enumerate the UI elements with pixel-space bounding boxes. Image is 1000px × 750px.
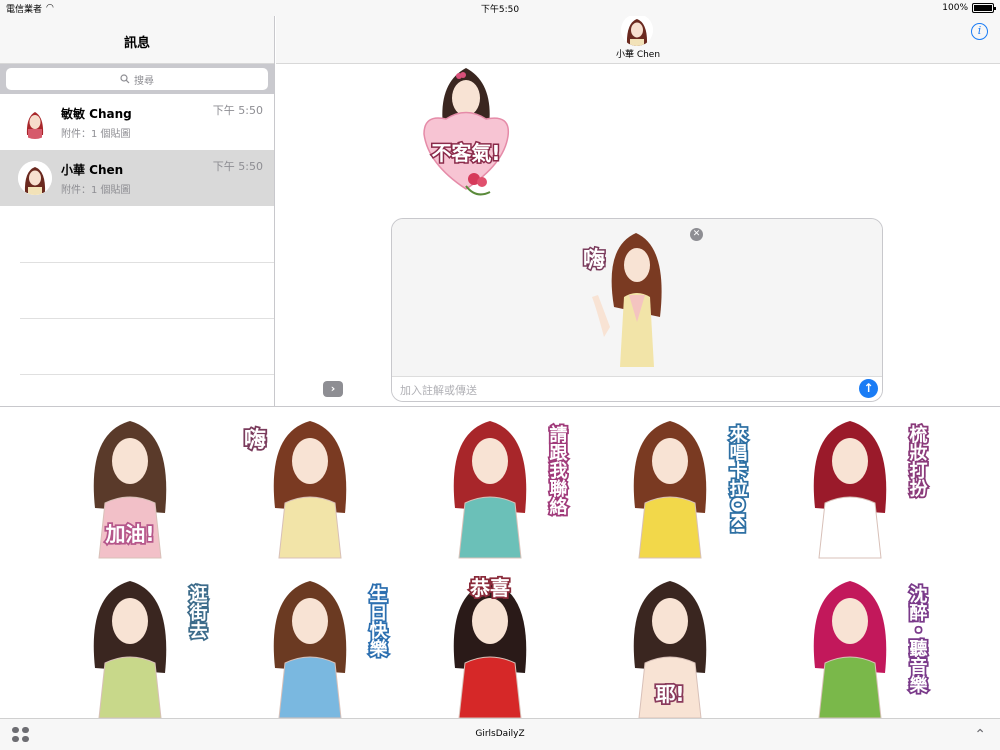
- sticker-caption: 嗨: [244, 427, 266, 453]
- sticker-option[interactable]: 沈醉・聽音樂: [755, 573, 945, 723]
- contact-name[interactable]: 小華 Chen: [276, 47, 1000, 60]
- conversation-time: 下午 5:50: [212, 160, 263, 173]
- avatar: [18, 161, 52, 195]
- sticker-option[interactable]: 嗨: [215, 413, 405, 563]
- outfit-shape: [638, 496, 702, 559]
- sticker-art: 沈醉・聽音樂: [813, 581, 929, 719]
- face-shape: [472, 598, 508, 644]
- face-shape: [112, 438, 148, 484]
- outfit-shape: [98, 656, 162, 719]
- contact-avatar[interactable]: [621, 14, 653, 46]
- conversation-preview: 附件：1 個貼圖: [61, 128, 131, 140]
- face-shape: [472, 438, 508, 484]
- send-icon[interactable]: ↑: [859, 379, 878, 398]
- outfit-shape: [278, 656, 342, 719]
- status-time: 下午5:50: [480, 5, 520, 15]
- search-bar: 搜尋: [0, 64, 274, 94]
- search-placeholder: 搜尋: [134, 75, 154, 87]
- search-input[interactable]: 搜尋: [6, 68, 268, 90]
- sticker-caption: 來唱卡拉OK!: [727, 424, 748, 535]
- conversation-item-selected[interactable]: 小華 Chen 附件：1 個貼圖 下午 5:50: [0, 150, 274, 206]
- list-divider: [20, 262, 274, 263]
- sticker-option[interactable]: 請跟我聯絡: [395, 413, 585, 563]
- outfit-shape: [458, 656, 522, 719]
- sticker-option[interactable]: 逛街去: [35, 573, 225, 723]
- sticker-art: 恭喜: [453, 574, 527, 719]
- info-icon[interactable]: i: [971, 23, 988, 40]
- sticker-art: 來唱卡拉OK!: [633, 421, 749, 559]
- face-shape: [652, 598, 688, 644]
- compose-box: 嗨 ✕ 加入註解或傳送 ↑: [391, 218, 883, 402]
- sticker-caption: 加油!: [104, 522, 154, 546]
- list-divider: [20, 374, 274, 375]
- preview-sticker: 嗨: [574, 227, 684, 369]
- sticker-option[interactable]: 恭喜: [395, 573, 585, 723]
- sticker-art: 嗨: [242, 421, 347, 559]
- sticker-option[interactable]: 耶!: [575, 573, 765, 723]
- conversation-time: 下午 5:50: [212, 104, 263, 117]
- sticker-caption: 不客氣!: [431, 141, 500, 165]
- sticker-option[interactable]: 來唱卡拉OK!: [575, 413, 765, 563]
- sticker-caption: 嗨: [583, 247, 605, 273]
- sticker-caption: 逛街去: [187, 584, 209, 640]
- compose-input[interactable]: 加入註解或傳送: [392, 376, 882, 401]
- conversation-preview: 附件：1 個貼圖: [61, 184, 131, 196]
- chevron-right-icon[interactable]: ›: [323, 381, 343, 397]
- sticker-caption: 生日快樂: [367, 584, 388, 658]
- sticker-option[interactable]: 梳妝打扮: [755, 413, 945, 563]
- sticker-caption: 沈醉・聽音樂: [907, 584, 928, 694]
- sticker-caption: 梳妝打扮: [907, 424, 928, 497]
- close-icon[interactable]: ✕: [690, 228, 703, 241]
- outfit-shape: [818, 496, 882, 559]
- sticker-caption: 恭喜: [469, 576, 510, 600]
- outfit-shape: [278, 496, 342, 559]
- outfit-shape: [458, 496, 522, 559]
- face-shape: [652, 438, 688, 484]
- drawer-app-name: GirlsDailyZ: [475, 729, 525, 739]
- face-shape: [292, 598, 328, 644]
- sidebar-title: 訊息: [123, 36, 150, 51]
- face-shape: [292, 438, 328, 484]
- sticker-art: 梳妝打扮: [813, 421, 929, 559]
- conversation-item[interactable]: 敏敏 Chang 附件：1 個貼圖 下午 5:50: [0, 94, 274, 150]
- drawer-toolbar: GirlsDailyZ ⌃: [0, 718, 1000, 750]
- sticker-art: 逛街去: [93, 581, 210, 719]
- search-icon: [120, 74, 130, 84]
- sticker-art: 生日快樂: [273, 581, 389, 719]
- sticker-art: 請跟我聯絡: [453, 421, 569, 559]
- face-shape: [112, 598, 148, 644]
- sticker-option[interactable]: 生日快樂: [215, 573, 405, 723]
- conversation-sidebar: 訊息 搜尋 敏敏 Chang 附件：1 個貼圖 下午 5:50 小華 Chen …: [0, 0, 275, 406]
- sent-sticker[interactable]: 不客氣!: [416, 64, 516, 202]
- chevron-up-icon[interactable]: ⌃: [974, 727, 986, 743]
- sticker-art: 加油!: [93, 421, 167, 559]
- sticker-caption: 請跟我聯絡: [547, 424, 568, 515]
- sticker-option[interactable]: 加油!: [35, 413, 225, 563]
- face-shape: [832, 598, 868, 644]
- sticker-caption: 耶!: [655, 682, 684, 706]
- list-divider: [20, 318, 274, 319]
- sticker-drawer: 加油! 嗨 請跟我聯絡 來唱卡拉OK! 梳妝打扮逛街去 生日快樂 恭喜耶! 沈醉・聽音樂: [0, 406, 1000, 719]
- face-shape: [832, 438, 868, 484]
- chat-area: 不客氣! 嗨 ✕ 加入註解或傳送 ↑ ›: [276, 64, 1000, 406]
- avatar: [18, 105, 52, 139]
- outfit-shape: [818, 656, 882, 719]
- sticker-art: 耶!: [633, 581, 707, 719]
- sticker-preview: 嗨 ✕: [392, 219, 882, 377]
